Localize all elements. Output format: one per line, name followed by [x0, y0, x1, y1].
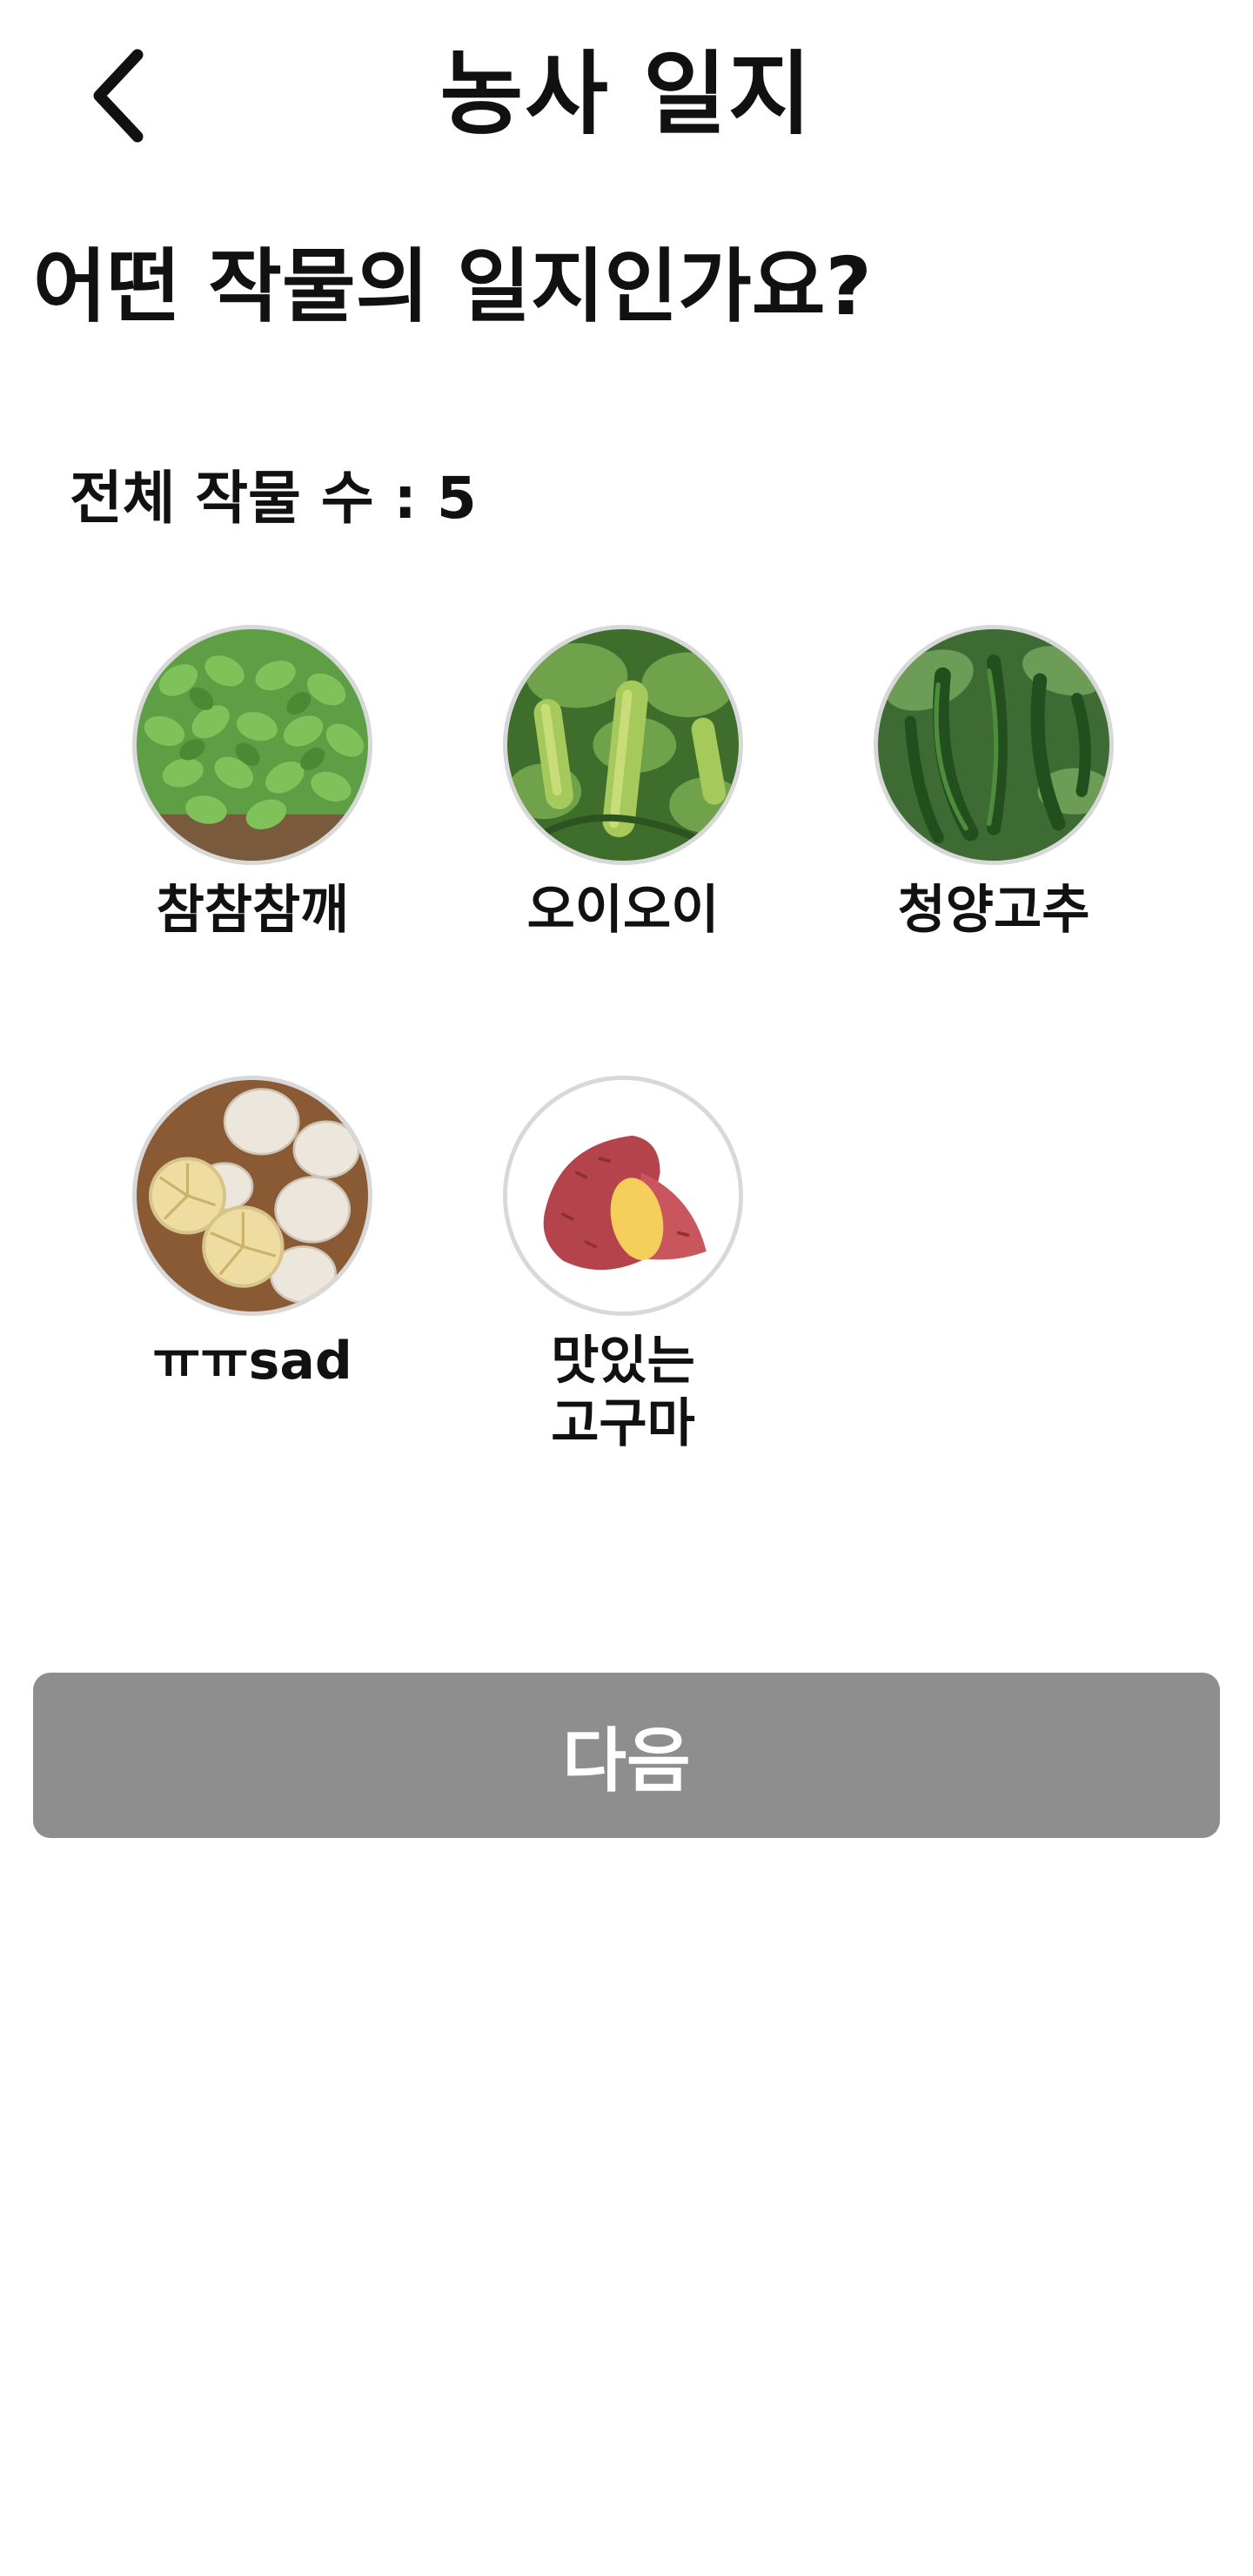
- crop-count: 전체 작물 수 : 5: [70, 465, 477, 532]
- header: 농사 일지: [0, 0, 1253, 191]
- sesame-image: [132, 625, 372, 865]
- crop-label: 참참참깨: [156, 880, 349, 941]
- next-button[interactable]: 다음: [33, 1673, 1220, 1838]
- crop-label: 청양고추: [897, 880, 1090, 941]
- cucumber-image: [503, 625, 743, 865]
- sweet-potato-image: [503, 1076, 743, 1316]
- page-title: 농사 일지: [439, 41, 814, 147]
- crop-label: 맛있는 고구마: [551, 1331, 695, 1454]
- garlic-image: [132, 1076, 372, 1316]
- chili-pepper-image: [874, 625, 1114, 865]
- question-heading: 어떤 작물의 일지인가요?: [33, 240, 872, 333]
- crop-label: ㅠㅠsad: [152, 1331, 352, 1392]
- crop-label: 오이오이: [526, 880, 720, 941]
